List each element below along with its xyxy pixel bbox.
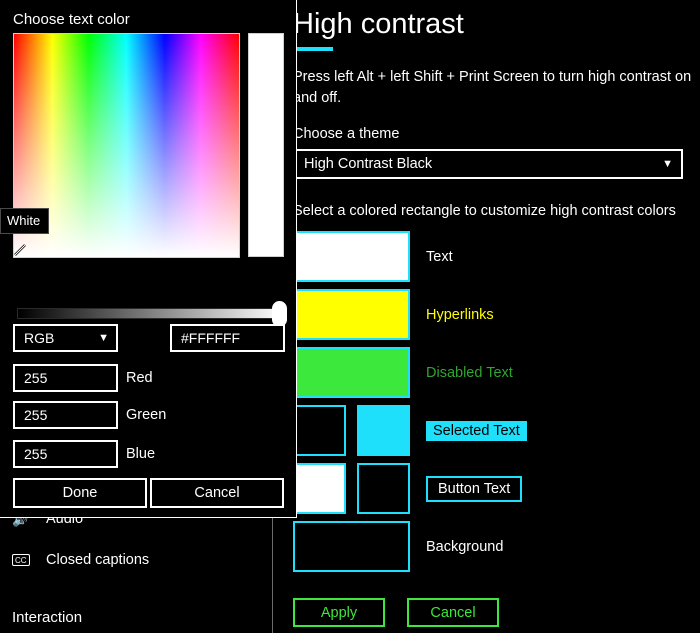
blue-channel-label: Blue	[126, 446, 156, 462]
choose-text-color-dialog: Choose text color White RGB ▼ #FFFFFF 25…	[0, 0, 297, 518]
color-swatch-button-text-background[interactable]	[357, 463, 410, 514]
chevron-down-icon: ▼	[98, 331, 109, 344]
swatch-row-background: Background	[293, 521, 503, 572]
swatch-label-text: Text	[426, 248, 453, 265]
color-swatch-selected-text-foreground[interactable]	[293, 405, 346, 456]
color-swatch-text[interactable]	[293, 231, 410, 282]
green-channel-label: Green	[126, 407, 167, 423]
swatch-label-button-text: Button Text	[426, 475, 523, 502]
swatch-row-button-text: Button Text	[293, 463, 523, 514]
blue-channel-input[interactable]: 255	[13, 440, 118, 468]
hex-value-input[interactable]: #FFFFFF	[170, 324, 285, 352]
customize-instruction-label: Select a colored rectangle to customize …	[293, 203, 676, 219]
sidebar-section-interaction: Interaction	[12, 609, 83, 626]
swatch-label-hyperlinks: Hyperlinks	[426, 306, 494, 323]
page-title: High contrast	[293, 8, 464, 40]
theme-field-label: Choose a theme	[293, 126, 400, 142]
title-accent-underline	[293, 47, 333, 51]
theme-select-value: High Contrast Black	[304, 156, 433, 172]
green-channel-input[interactable]: 255	[13, 401, 118, 429]
swatch-label-disabled-text: Disabled Text	[426, 364, 513, 381]
color-swatch-hyperlinks[interactable]	[293, 289, 410, 340]
red-channel-label: Red	[126, 370, 153, 386]
dialog-done-button[interactable]: Done	[13, 478, 147, 508]
dialog-title: Choose text color	[13, 11, 130, 28]
action-button-row: Apply Cancel	[293, 598, 499, 627]
color-preview-swatch	[248, 33, 284, 257]
chevron-down-icon: ▼	[662, 157, 673, 170]
color-swatch-selected-text-background[interactable]	[357, 405, 410, 456]
color-swatch-background[interactable]	[293, 521, 410, 572]
color-swatch-disabled-text[interactable]	[293, 347, 410, 398]
swatch-row-disabled-text: Disabled Text	[293, 347, 513, 398]
sidebar-item-label: Closed captions	[46, 552, 150, 568]
high-contrast-settings-screen: 🔊 Audio CC Closed captions Interaction H…	[0, 0, 700, 633]
swatch-label-background: Background	[426, 538, 504, 555]
color-mode-select[interactable]: RGB ▼	[13, 324, 118, 352]
brightness-slider-track[interactable]	[17, 308, 283, 319]
closed-captions-icon: CC	[12, 554, 46, 566]
swatch-label-selected-text: Selected Text	[426, 420, 527, 441]
color-picker-cursor-icon	[14, 243, 27, 256]
swatch-row-hyperlinks: Hyperlinks	[293, 289, 494, 340]
sidebar-item-closed-captions[interactable]: CC Closed captions	[0, 541, 272, 579]
shortcut-hint-text: Press left Alt + left Shift + Print Scre…	[293, 69, 692, 106]
swatch-row-text: Text	[293, 231, 453, 282]
color-name-tooltip: White	[0, 208, 50, 234]
color-swatch-button-text-foreground[interactable]	[293, 463, 346, 514]
content-pane: High contrast Press left Alt + left Shif…	[273, 0, 700, 633]
color-mode-value: RGB	[24, 330, 55, 346]
red-channel-input[interactable]: 255	[13, 364, 118, 392]
cancel-button[interactable]: Cancel	[407, 598, 499, 627]
apply-button[interactable]: Apply	[293, 598, 385, 627]
theme-select[interactable]: High Contrast Black ▼	[293, 149, 683, 179]
swatch-row-selected-text: Selected Text	[293, 405, 527, 456]
dialog-cancel-button[interactable]: Cancel	[150, 478, 284, 508]
